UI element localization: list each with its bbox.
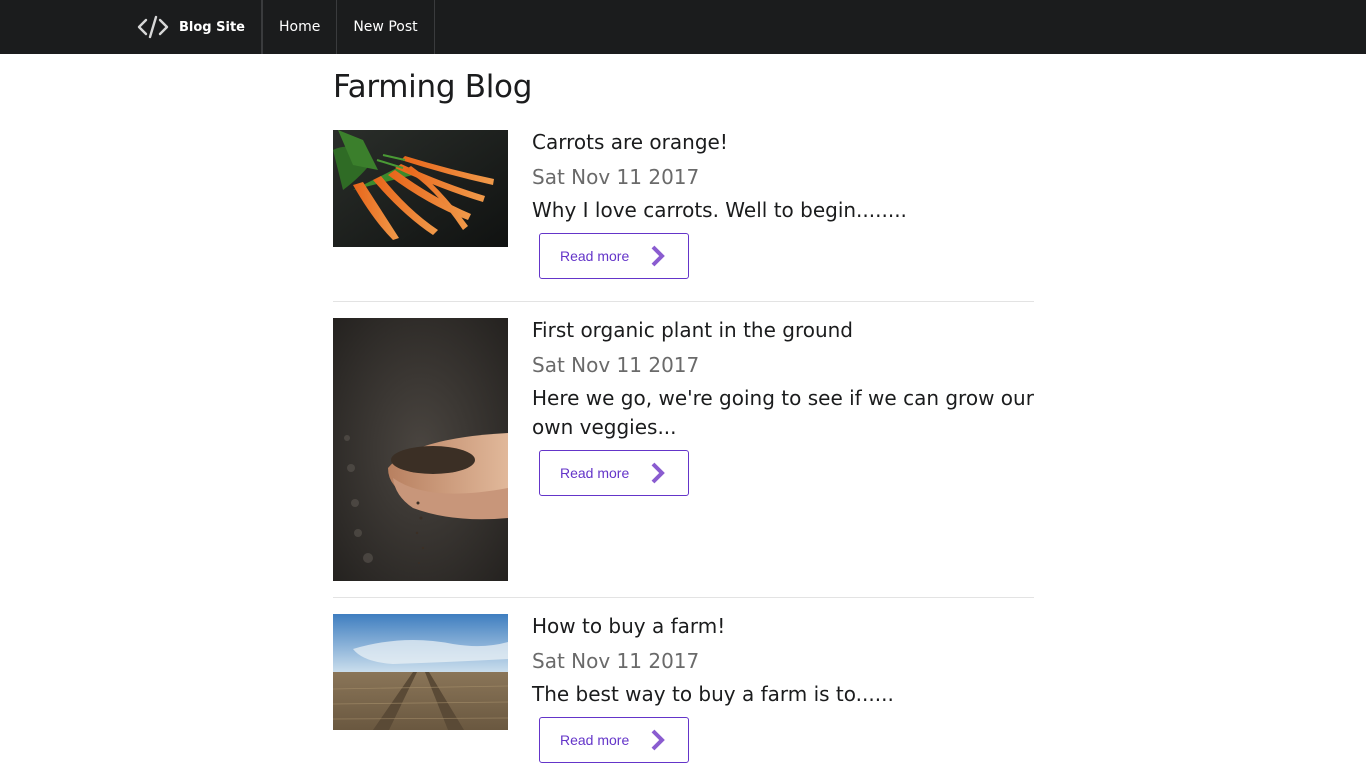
post-image-field[interactable] (333, 614, 508, 730)
read-more-button[interactable]: Read more (539, 233, 689, 279)
post-body: Carrots are orange! Sat Nov 11 2017 Why … (532, 130, 1034, 279)
chevron-right-icon (649, 728, 667, 752)
read-more-label: Read more (560, 248, 630, 264)
read-more-label: Read more (560, 465, 630, 481)
brand-label: Blog Site (179, 19, 245, 35)
nav-item-home[interactable]: Home (261, 0, 338, 54)
chevron-right-icon (649, 244, 667, 268)
divider (333, 597, 1034, 598)
post-title[interactable]: Carrots are orange! (532, 130, 1034, 154)
main-content: Farming Blog Carrots are orange! Sat Nov… (333, 54, 1034, 763)
page-title: Farming Blog (333, 69, 533, 105)
post-image-carrots[interactable] (333, 130, 508, 247)
chevron-right-icon (649, 461, 667, 485)
nav-menu: Blog Site Home New Post (133, 0, 435, 54)
post-date: Sat Nov 11 2017 (532, 353, 700, 377)
code-icon (137, 15, 169, 39)
post-excerpt: Here we go, we're going to see if we can… (532, 386, 1034, 439)
divider (333, 301, 1034, 302)
post-card: First organic plant in the ground Sat No… (333, 318, 1034, 582)
nav-item-new-post[interactable]: New Post (337, 0, 435, 54)
post-body: How to buy a farm! Sat Nov 11 2017 The b… (532, 614, 1034, 763)
read-more-button[interactable]: Read more (539, 717, 689, 763)
read-more-button[interactable]: Read more (539, 450, 689, 496)
post-title[interactable]: How to buy a farm! (532, 614, 1034, 638)
read-more-label: Read more (560, 732, 630, 748)
post-card: How to buy a farm! Sat Nov 11 2017 The b… (333, 614, 1034, 768)
post-title[interactable]: First organic plant in the ground (532, 318, 1034, 342)
post-excerpt: The best way to buy a farm is to...... (532, 682, 894, 706)
nav-brand[interactable]: Blog Site (133, 0, 262, 54)
post-excerpt: Why I love carrots. Well to begin.......… (532, 198, 907, 222)
post-image-soil-hands[interactable] (333, 318, 508, 581)
post-date: Sat Nov 11 2017 (532, 165, 700, 189)
post-body: First organic plant in the ground Sat No… (532, 318, 1034, 496)
top-navbar: Blog Site Home New Post (0, 0, 1366, 54)
post-card: Carrots are orange! Sat Nov 11 2017 Why … (333, 130, 1034, 282)
post-date: Sat Nov 11 2017 (532, 649, 700, 673)
